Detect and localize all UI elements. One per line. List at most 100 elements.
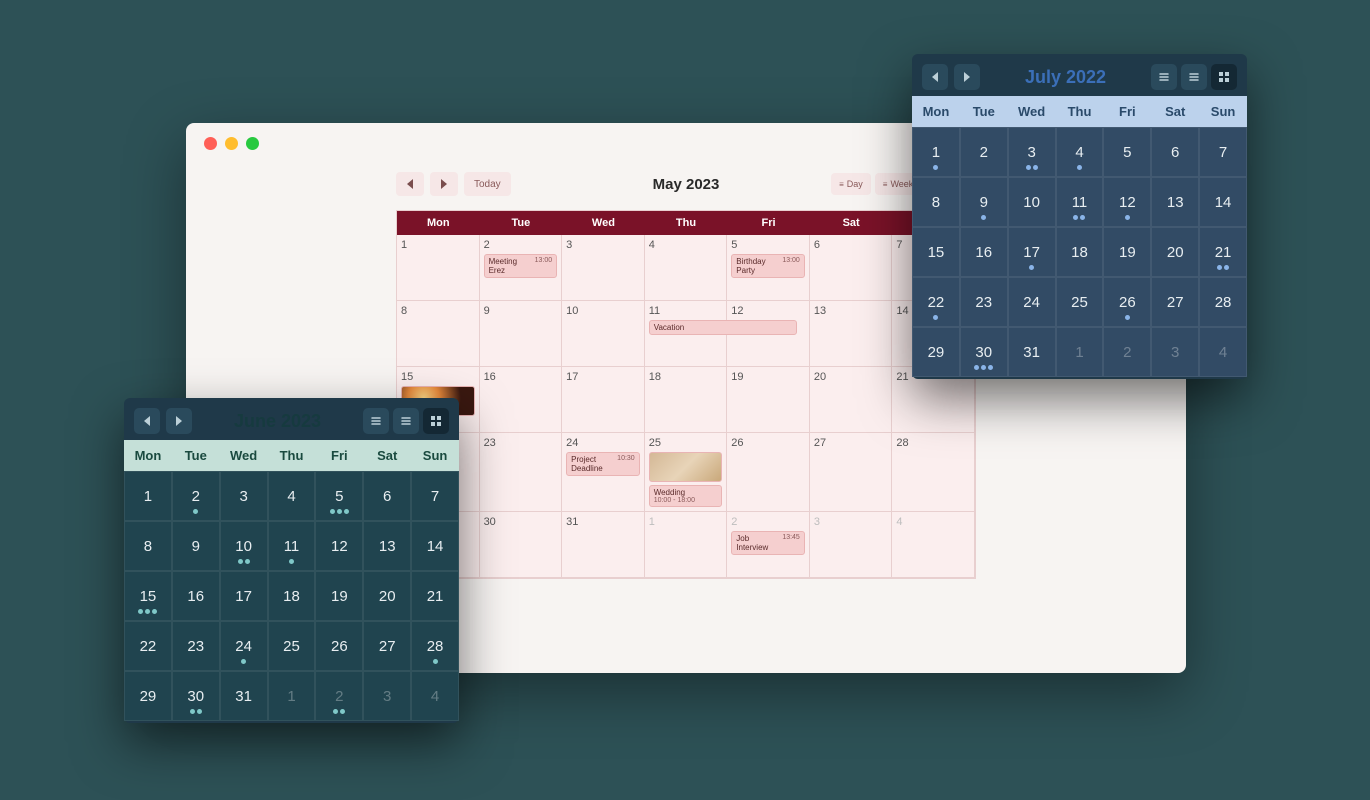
calendar-cell[interactable]: 6 bbox=[810, 235, 893, 301]
calendar-cell[interactable]: 3 bbox=[810, 512, 893, 578]
mini-cell[interactable]: 15 bbox=[124, 571, 172, 621]
next-month-button[interactable] bbox=[430, 172, 458, 196]
calendar-cell[interactable]: 26 bbox=[727, 433, 810, 512]
mini-cell[interactable]: 26 bbox=[1103, 277, 1151, 327]
mini-cell[interactable]: 1 bbox=[268, 671, 316, 721]
week-view-button[interactable] bbox=[1181, 64, 1207, 90]
mini-cell[interactable]: 21 bbox=[411, 571, 459, 621]
mini-cell[interactable]: 23 bbox=[172, 621, 220, 671]
calendar-cell[interactable]: 4 bbox=[645, 235, 728, 301]
mini-cell[interactable]: 4 bbox=[1199, 327, 1247, 377]
mini-cell[interactable]: 8 bbox=[912, 177, 960, 227]
calendar-cell[interactable]: 31 bbox=[562, 512, 645, 578]
mini-cell[interactable]: 24 bbox=[1008, 277, 1056, 327]
mini-cell[interactable]: 3 bbox=[220, 471, 268, 521]
mini-cell[interactable]: 11 bbox=[1056, 177, 1104, 227]
mini-cell[interactable]: 20 bbox=[363, 571, 411, 621]
mini-cell[interactable]: 23 bbox=[960, 277, 1008, 327]
mini-cell[interactable]: 3 bbox=[1008, 127, 1056, 177]
mini-cell[interactable]: 17 bbox=[220, 571, 268, 621]
mini-cell[interactable]: 3 bbox=[1151, 327, 1199, 377]
mini-cell[interactable]: 22 bbox=[124, 621, 172, 671]
calendar-cell[interactable]: 2Meeting Erez13:00 bbox=[480, 235, 563, 301]
minimize-icon[interactable] bbox=[225, 137, 238, 150]
mini-cell[interactable]: 21 bbox=[1199, 227, 1247, 277]
mini-cell[interactable]: 10 bbox=[220, 521, 268, 571]
mini-cell[interactable]: 6 bbox=[1151, 127, 1199, 177]
calendar-event[interactable]: Job Interview13:45 bbox=[731, 531, 805, 555]
day-view-button[interactable]: ≡Day bbox=[831, 173, 871, 195]
mini-cell[interactable]: 7 bbox=[411, 471, 459, 521]
event-image[interactable] bbox=[649, 452, 723, 482]
calendar-cell[interactable]: 2Job Interview13:45 bbox=[727, 512, 810, 578]
calendar-event[interactable]: Project Deadline10:30 bbox=[566, 452, 640, 476]
mini-cell[interactable]: 1 bbox=[124, 471, 172, 521]
mini-cell[interactable]: 12 bbox=[315, 521, 363, 571]
mini-cell[interactable]: 12 bbox=[1103, 177, 1151, 227]
mini-cell[interactable]: 10 bbox=[1008, 177, 1056, 227]
mini-cell[interactable]: 22 bbox=[912, 277, 960, 327]
mini-cell[interactable]: 29 bbox=[912, 327, 960, 377]
mini-cell[interactable]: 7 bbox=[1199, 127, 1247, 177]
mini-cell[interactable]: 16 bbox=[172, 571, 220, 621]
mini-cell[interactable]: 2 bbox=[172, 471, 220, 521]
mini-cell[interactable]: 31 bbox=[220, 671, 268, 721]
calendar-cell[interactable]: 13 bbox=[810, 301, 893, 367]
mini-cell[interactable]: 27 bbox=[1151, 277, 1199, 327]
calendar-cell[interactable]: 1 bbox=[397, 235, 480, 301]
mini-cell[interactable]: 16 bbox=[960, 227, 1008, 277]
mini-cell[interactable]: 4 bbox=[268, 471, 316, 521]
mini-cell[interactable]: 25 bbox=[268, 621, 316, 671]
mini-cell[interactable]: 24 bbox=[220, 621, 268, 671]
mini-cell[interactable]: 5 bbox=[315, 471, 363, 521]
prev-month-button[interactable] bbox=[396, 172, 424, 196]
mini-cell[interactable]: 5 bbox=[1103, 127, 1151, 177]
calendar-cell[interactable]: 10 bbox=[562, 301, 645, 367]
mini-cell[interactable]: 9 bbox=[172, 521, 220, 571]
mini-cell[interactable]: 14 bbox=[411, 521, 459, 571]
mini-cell[interactable]: 17 bbox=[1008, 227, 1056, 277]
calendar-cell[interactable]: 16 bbox=[480, 367, 563, 433]
mini-cell[interactable]: 1 bbox=[912, 127, 960, 177]
calendar-cell[interactable]: 24Project Deadline10:30 bbox=[562, 433, 645, 512]
calendar-cell[interactable]: 25Wedding10:00 - 18:00 bbox=[645, 433, 728, 512]
mini-cell[interactable]: 31 bbox=[1008, 327, 1056, 377]
mini-cell[interactable]: 19 bbox=[1103, 227, 1151, 277]
mini-cell[interactable]: 19 bbox=[315, 571, 363, 621]
mini-cell[interactable]: 18 bbox=[1056, 227, 1104, 277]
mini-cell[interactable]: 20 bbox=[1151, 227, 1199, 277]
mini-cell[interactable]: 18 bbox=[268, 571, 316, 621]
maximize-icon[interactable] bbox=[246, 137, 259, 150]
mini-cell[interactable]: 1 bbox=[1056, 327, 1104, 377]
mini-cell[interactable]: 30 bbox=[960, 327, 1008, 377]
mini-cell[interactable]: 26 bbox=[315, 621, 363, 671]
mini-cell[interactable]: 2 bbox=[315, 671, 363, 721]
calendar-cell[interactable]: 3 bbox=[562, 235, 645, 301]
next-month-button[interactable] bbox=[954, 64, 980, 90]
calendar-cell[interactable]: 5Birthday Party13:00 bbox=[727, 235, 810, 301]
calendar-cell[interactable]: 1 bbox=[645, 512, 728, 578]
mini-cell[interactable]: 28 bbox=[1199, 277, 1247, 327]
calendar-cell[interactable]: 18 bbox=[645, 367, 728, 433]
calendar-cell[interactable]: 19 bbox=[727, 367, 810, 433]
mini-cell[interactable]: 14 bbox=[1199, 177, 1247, 227]
calendar-event[interactable]: Wedding10:00 - 18:00 bbox=[649, 485, 723, 507]
day-view-button[interactable] bbox=[1151, 64, 1177, 90]
mini-cell[interactable]: 3 bbox=[363, 671, 411, 721]
month-view-button[interactable] bbox=[423, 408, 449, 434]
prev-month-button[interactable] bbox=[134, 408, 160, 434]
today-button[interactable]: Today bbox=[464, 172, 511, 196]
calendar-event[interactable]: Meeting Erez13:00 bbox=[484, 254, 558, 278]
mini-cell[interactable]: 9 bbox=[960, 177, 1008, 227]
prev-month-button[interactable] bbox=[922, 64, 948, 90]
mini-cell[interactable]: 6 bbox=[363, 471, 411, 521]
mini-cell[interactable]: 11 bbox=[268, 521, 316, 571]
mini-cell[interactable]: 4 bbox=[411, 671, 459, 721]
calendar-cell[interactable]: 17 bbox=[562, 367, 645, 433]
mini-cell[interactable]: 8 bbox=[124, 521, 172, 571]
mini-cell[interactable]: 13 bbox=[363, 521, 411, 571]
calendar-cell[interactable]: 27 bbox=[810, 433, 893, 512]
month-view-button[interactable] bbox=[1211, 64, 1237, 90]
mini-cell[interactable]: 15 bbox=[912, 227, 960, 277]
calendar-cell[interactable]: 20 bbox=[810, 367, 893, 433]
